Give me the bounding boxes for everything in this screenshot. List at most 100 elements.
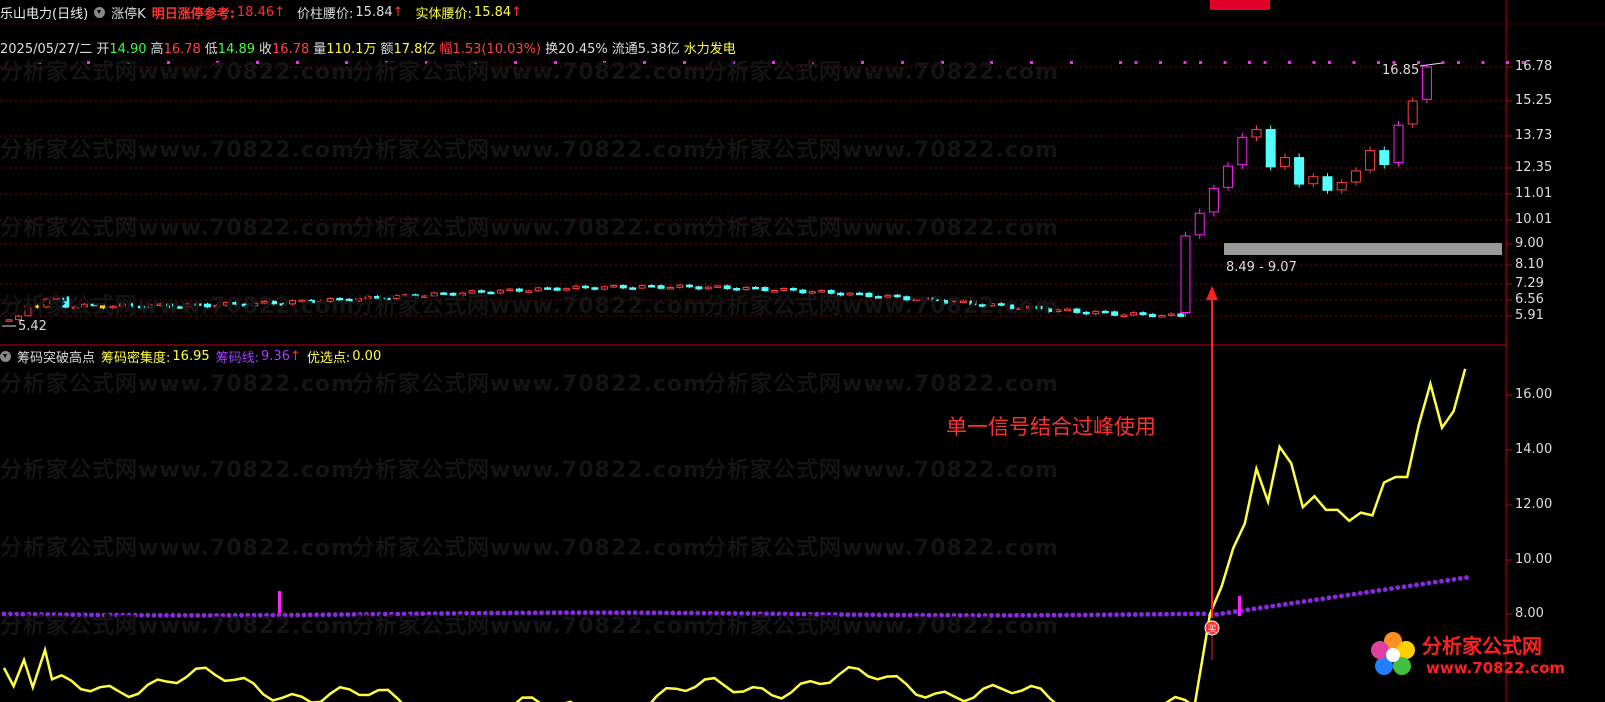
pick-label: 优选点: bbox=[306, 351, 351, 366]
chip-line-dot bbox=[1351, 591, 1357, 597]
lower-header: 筹码突破高点 筹码密集度: 16.95 筹码线: 9.36↑ 优选点: 0.00 bbox=[0, 347, 381, 366]
watermark: 分析家公式网www.70822.com bbox=[352, 536, 707, 561]
watermark: 分析家公式网www.70822.com bbox=[704, 294, 1059, 319]
chip-line-dot bbox=[1145, 611, 1151, 617]
limit-up-dot bbox=[1134, 61, 1138, 64]
lower-indicator-name[interactable]: 筹码突破高点 bbox=[17, 347, 95, 366]
limit-up-dot bbox=[1199, 61, 1202, 64]
candle-body bbox=[610, 285, 618, 288]
chip-line-dot bbox=[1432, 579, 1438, 585]
candle-body bbox=[1237, 136, 1248, 166]
watermark: 分析家公式网www.70822.com bbox=[352, 458, 707, 483]
watermark: 分析家公式网www.70822.com bbox=[704, 60, 1059, 85]
indicator1-name[interactable]: 涨停K bbox=[111, 3, 146, 22]
body-mid-value: 15.84 bbox=[473, 5, 512, 20]
limit-up-dot bbox=[1506, 61, 1509, 64]
chip-line-dot bbox=[1320, 596, 1326, 602]
chip-line-dot bbox=[1414, 582, 1419, 588]
watermark: 分析家公式网www.70822.com bbox=[0, 216, 355, 241]
candle-body bbox=[1379, 150, 1390, 166]
density-label: 筹码密集度: bbox=[101, 351, 171, 366]
axis-label: 11.01 bbox=[1515, 186, 1553, 201]
stock-name: 乐山电力(日线) bbox=[0, 7, 89, 22]
chip-line-dot bbox=[1182, 611, 1188, 617]
dropdown-icon[interactable] bbox=[94, 7, 106, 18]
candle-body bbox=[1365, 150, 1376, 171]
dropdown-icon[interactable] bbox=[0, 351, 11, 362]
chip-line-dot bbox=[1276, 602, 1282, 608]
watermark: 分析家公式网www.70822.com bbox=[0, 138, 355, 163]
next-limit-label: 明日涨停参考: bbox=[151, 7, 235, 22]
chip-line-dot bbox=[1089, 612, 1094, 618]
chip-line-dot bbox=[1189, 611, 1194, 617]
up-arrow-icon: ↑ bbox=[392, 5, 404, 20]
density-value: 16.95 bbox=[172, 349, 210, 364]
axis-label: 13.73 bbox=[1515, 128, 1553, 143]
chip-line-dot bbox=[1301, 599, 1307, 604]
watermark: 分析家公式网www.70822.com bbox=[352, 216, 707, 241]
candle-body bbox=[1265, 129, 1276, 168]
chip-line-dot bbox=[1445, 577, 1451, 583]
limit-up-dot bbox=[1441, 61, 1445, 64]
logo-url: www.70822.com bbox=[1426, 659, 1566, 677]
limit-up-dot bbox=[1159, 61, 1162, 64]
candle-body bbox=[1308, 176, 1319, 185]
candle-body bbox=[1073, 308, 1081, 313]
chip-line-dot bbox=[1126, 612, 1132, 617]
axis-label: 9.00 bbox=[1515, 236, 1544, 251]
signal-bar bbox=[1238, 596, 1241, 616]
chip-line-dot bbox=[1214, 612, 1219, 617]
chip-line-dot bbox=[1157, 611, 1163, 617]
chip-line-dot bbox=[1114, 612, 1119, 618]
candle-body bbox=[1092, 310, 1100, 315]
chip-line-dot bbox=[1426, 580, 1432, 586]
chip-line-dot bbox=[1420, 581, 1426, 587]
pillar-mid-value: 15.84 bbox=[355, 5, 393, 20]
watermark: 分析家公式网www.70822.com bbox=[352, 372, 707, 397]
watermark: 分析家公式网www.70822.com bbox=[0, 294, 355, 319]
chip-line-dot bbox=[1382, 587, 1388, 592]
limit-up-dot bbox=[1352, 61, 1356, 64]
annotation-text: 单一信号结合过峰使用 bbox=[946, 415, 1156, 439]
chip-line-value: 9.36 bbox=[261, 349, 290, 364]
chip-line-dot bbox=[1076, 612, 1082, 618]
watermark: 分析家公式网www.70822.com bbox=[352, 60, 707, 85]
chip-line-dot bbox=[1439, 578, 1444, 584]
chip-line-dot bbox=[1457, 576, 1463, 581]
range-box-label: 8.49 - 9.07 bbox=[1226, 260, 1297, 275]
up-arrow-icon: ↑ bbox=[511, 5, 523, 20]
axis-label: 10.00 bbox=[1515, 552, 1553, 567]
candle-body bbox=[1194, 212, 1205, 236]
top-header: 乐山电力(日线) 涨停K 明日涨停参考: 18.46↑ 价柱腰价: 15.84↑… bbox=[0, 3, 522, 22]
candle-body bbox=[1322, 176, 1333, 191]
site-logo: 分析家公式网 www.70822.com bbox=[1366, 628, 1565, 682]
chip-line-dot bbox=[1251, 606, 1257, 612]
candle-body bbox=[1180, 235, 1191, 313]
range-box bbox=[1224, 243, 1502, 255]
axis-label: 10.01 bbox=[1515, 212, 1553, 227]
candle-body bbox=[1279, 157, 1290, 167]
watermark: 分析家公式网www.70822.com bbox=[352, 294, 707, 319]
watermark: 分析家公式网www.70822.com bbox=[704, 536, 1059, 561]
chip-line-dot bbox=[1176, 611, 1182, 617]
chip-line-dot bbox=[1070, 612, 1076, 618]
high-marker-label: 16.85 bbox=[1382, 63, 1420, 78]
watermark: 分析家公式网www.70822.com bbox=[704, 372, 1059, 397]
watermark: 分析家公式网www.70822.com bbox=[704, 216, 1059, 241]
axis-label: 14.00 bbox=[1515, 442, 1553, 457]
up-arrow-icon: ↑ bbox=[289, 349, 301, 364]
candle-body bbox=[1421, 66, 1432, 100]
chip-line-dot bbox=[1132, 612, 1138, 617]
candle-body bbox=[1130, 312, 1138, 316]
low-marker-label: 5.42 bbox=[18, 319, 47, 334]
limit-up-dot bbox=[1183, 61, 1187, 64]
limit-up-dot bbox=[1070, 61, 1073, 64]
candle-body bbox=[1294, 157, 1305, 185]
watermark: 分析家公式网www.70822.com bbox=[704, 458, 1059, 483]
window-corner-bar bbox=[1210, 0, 1270, 10]
chip-line-dot bbox=[1170, 611, 1176, 617]
axis-label: 12.00 bbox=[1515, 497, 1553, 512]
limit-up-dot bbox=[1457, 61, 1460, 64]
candle-body bbox=[1082, 311, 1090, 315]
candle-body bbox=[1336, 182, 1347, 191]
